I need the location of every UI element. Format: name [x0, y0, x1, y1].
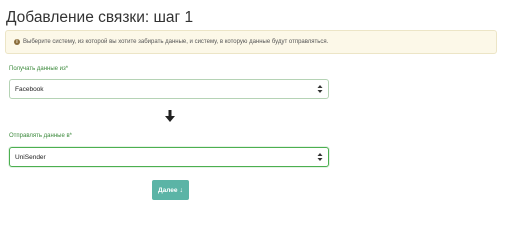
next-button[interactable]: Далее ↓ — [152, 180, 189, 200]
arrow-down-icon — [164, 109, 176, 123]
target-select[interactable]: UniSender — [9, 147, 329, 167]
arrow-down-small-icon: ↓ — [179, 186, 184, 194]
select-caret-icon — [316, 83, 324, 95]
next-button-label: Далее — [157, 186, 178, 194]
info-alert: i Выберите систему, из которой вы хотите… — [5, 30, 497, 54]
alert-text: Выберите систему, из которой вы хотите з… — [23, 39, 329, 45]
target-label: Отправлять данные в* — [9, 133, 72, 139]
target-select-value: UniSender — [15, 153, 46, 161]
page-title: Добавление связки: шаг 1 — [6, 9, 194, 26]
source-select-value: Facebook — [15, 85, 44, 93]
info-icon: i — [14, 39, 20, 45]
select-caret-icon — [316, 151, 324, 163]
source-label: Получать данные из* — [9, 66, 69, 72]
connection-wizard-page: Добавление связки: шаг 1 i Выберите сист… — [0, 0, 512, 242]
source-select[interactable]: Facebook — [9, 79, 329, 99]
